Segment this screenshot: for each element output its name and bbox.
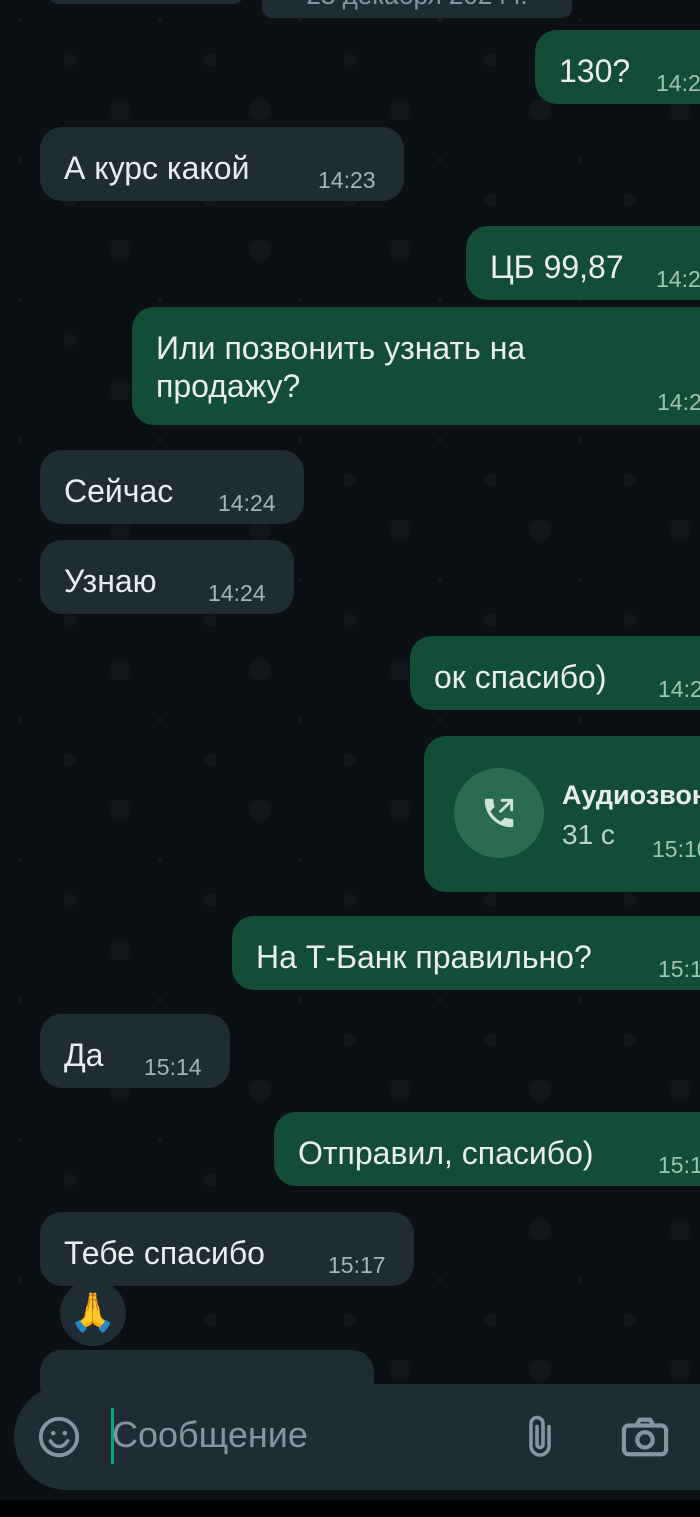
message-bubble-outgoing[interactable]: 130? 14:23 bbox=[535, 30, 700, 104]
system-nav-bar bbox=[0, 1500, 700, 1517]
message-text: ЦБ 99,87 bbox=[490, 249, 624, 285]
message-composer bbox=[14, 1384, 700, 1490]
message-time: 14:23 bbox=[656, 70, 700, 96]
sticker-icon[interactable] bbox=[36, 1414, 82, 1465]
message-time: 14:24 bbox=[208, 580, 266, 606]
message-time: 14:23 bbox=[657, 389, 700, 415]
chat-background: 23 декабря 2024 г. 130? 14:23 А курс как… bbox=[0, 0, 700, 1517]
call-icon-circle bbox=[454, 768, 544, 858]
message-bubble-outgoing[interactable]: Отправил, спасибо) 15:17 bbox=[274, 1112, 700, 1186]
message-time: 14:23 bbox=[656, 266, 700, 292]
message-bubble-incoming[interactable]: Да 15:14 bbox=[40, 1014, 230, 1088]
message-text: На Т-Банк правильно? bbox=[256, 939, 592, 975]
message-time: 15:17 bbox=[328, 1252, 386, 1278]
message-text: Сейчас bbox=[64, 473, 174, 509]
message-text: А курс какой bbox=[64, 150, 250, 186]
call-duration: 31 с bbox=[562, 819, 615, 850]
message-text: Отправил, спасибо) bbox=[298, 1135, 594, 1171]
call-title: Аудиозвонок bbox=[562, 780, 700, 810]
message-bubble-outgoing[interactable]: ок спасибо) 14:24 bbox=[410, 636, 700, 710]
message-time: 15:14 bbox=[144, 1054, 202, 1080]
message-bubble-incoming[interactable]: Сейчас 14:24 bbox=[40, 450, 304, 524]
message-bubble-outgoing[interactable]: ЦБ 99,87 14:23 bbox=[466, 226, 700, 300]
message-bubble-outgoing[interactable]: На Т-Банк правильно? 15:13 bbox=[232, 916, 700, 990]
message-time: 15:13 bbox=[658, 956, 700, 982]
reaction-chip[interactable]: 🙏 bbox=[60, 1280, 126, 1346]
message-time: 15:10 bbox=[652, 836, 700, 862]
message-time: 14:24 bbox=[218, 490, 276, 516]
message-text: Узнаю bbox=[64, 563, 157, 599]
message-bubble-incoming-partial bbox=[46, 0, 246, 4]
message-time: 14:24 bbox=[658, 676, 700, 702]
message-bubble-incoming[interactable]: Тебе спасибо 15:17 bbox=[40, 1212, 414, 1286]
camera-icon[interactable] bbox=[620, 1414, 670, 1465]
phone-outgoing-icon bbox=[484, 798, 514, 828]
message-bubble-outgoing[interactable]: Или позвонить узнать на продажу? 14:23 bbox=[132, 307, 700, 425]
date-separator: 23 декабря 2024 г. bbox=[262, 0, 572, 18]
message-bubble-incoming[interactable]: А курс какой 14:23 bbox=[40, 127, 404, 201]
message-text: Да bbox=[64, 1037, 104, 1073]
message-time: 14:23 bbox=[318, 167, 376, 193]
message-input[interactable] bbox=[112, 1414, 492, 1456]
message-text: 130? bbox=[559, 53, 631, 89]
message-bubble-incoming[interactable]: Узнаю 14:24 bbox=[40, 540, 294, 614]
message-text: ок спасибо) bbox=[434, 659, 607, 695]
paperclip-icon[interactable] bbox=[522, 1412, 558, 1467]
message-text: Или позвонить узнать на продажу? bbox=[156, 330, 526, 404]
message-text: Тебе спасибо bbox=[64, 1235, 265, 1271]
call-message-bubble[interactable]: Аудиозвонок 31 с 15:10 bbox=[424, 736, 700, 892]
message-time: 15:17 bbox=[658, 1152, 700, 1178]
